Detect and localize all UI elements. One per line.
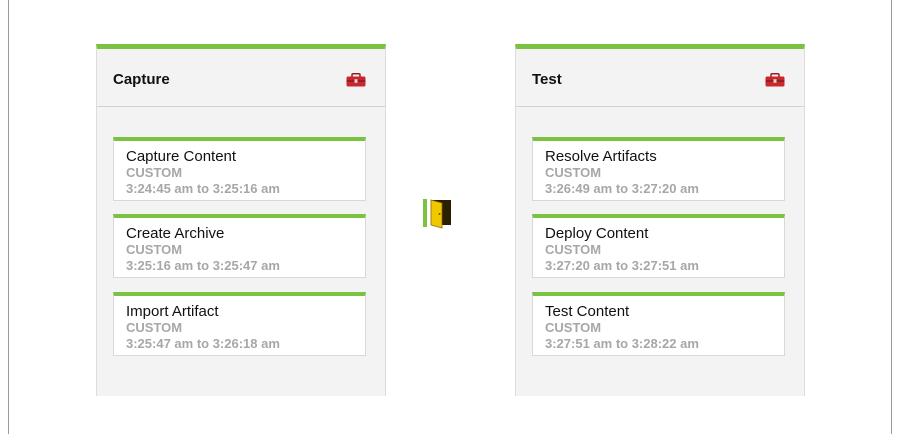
job-type: CUSTOM <box>126 165 183 180</box>
toolbox-icon[interactable] <box>346 73 366 87</box>
stage-title: Capture <box>113 71 170 88</box>
job-time-range: 3:25:47 am to 3:26:18 am <box>126 336 280 351</box>
stage-test: Test Resolve Artifacts CUSTOM 3:26:49 am… <box>515 44 805 396</box>
job-time-range: 3:25:16 am to 3:25:47 am <box>126 258 280 273</box>
job-type: CUSTOM <box>126 242 183 257</box>
job-name: Capture Content <box>126 148 237 165</box>
job-type: CUSTOM <box>545 242 602 257</box>
job-name: Create Archive <box>126 225 225 242</box>
job-name: Deploy Content <box>545 225 649 242</box>
job-card[interactable]: Test Content CUSTOM 3:27:51 am to 3:28:2… <box>532 292 785 356</box>
job-card[interactable]: Resolve Artifacts CUSTOM 3:26:49 am to 3… <box>532 137 785 201</box>
job-name: Resolve Artifacts <box>545 148 657 165</box>
stage-capture: Capture Capture Content CUSTOM 3:24:45 a… <box>96 44 386 396</box>
job-type: CUSTOM <box>545 165 602 180</box>
job-card[interactable]: Capture Content CUSTOM 3:24:45 am to 3:2… <box>113 137 366 201</box>
job-card[interactable]: Deploy Content CUSTOM 3:27:20 am to 3:27… <box>532 214 785 278</box>
job-time-range: 3:26:49 am to 3:27:20 am <box>545 181 699 196</box>
job-name: Import Artifact <box>126 303 219 320</box>
job-card[interactable]: Import Artifact CUSTOM 3:25:47 am to 3:2… <box>113 292 366 356</box>
job-time-range: 3:24:45 am to 3:25:16 am <box>126 181 280 196</box>
job-card[interactable]: Create Archive CUSTOM 3:25:16 am to 3:25… <box>113 214 366 278</box>
job-time-range: 3:27:51 am to 3:28:22 am <box>545 336 699 351</box>
job-type: CUSTOM <box>126 320 183 335</box>
job-name: Test Content <box>545 303 630 320</box>
stage-header: Test <box>516 49 804 107</box>
stage-title: Test <box>532 71 562 88</box>
pipeline-canvas: Capture Capture Content CUSTOM 3:24:45 a… <box>8 0 892 434</box>
door-gate-icon[interactable] <box>423 197 453 229</box>
job-time-range: 3:27:20 am to 3:27:51 am <box>545 258 699 273</box>
job-type: CUSTOM <box>545 320 602 335</box>
toolbox-icon[interactable] <box>765 73 785 87</box>
stage-header: Capture <box>97 49 385 107</box>
